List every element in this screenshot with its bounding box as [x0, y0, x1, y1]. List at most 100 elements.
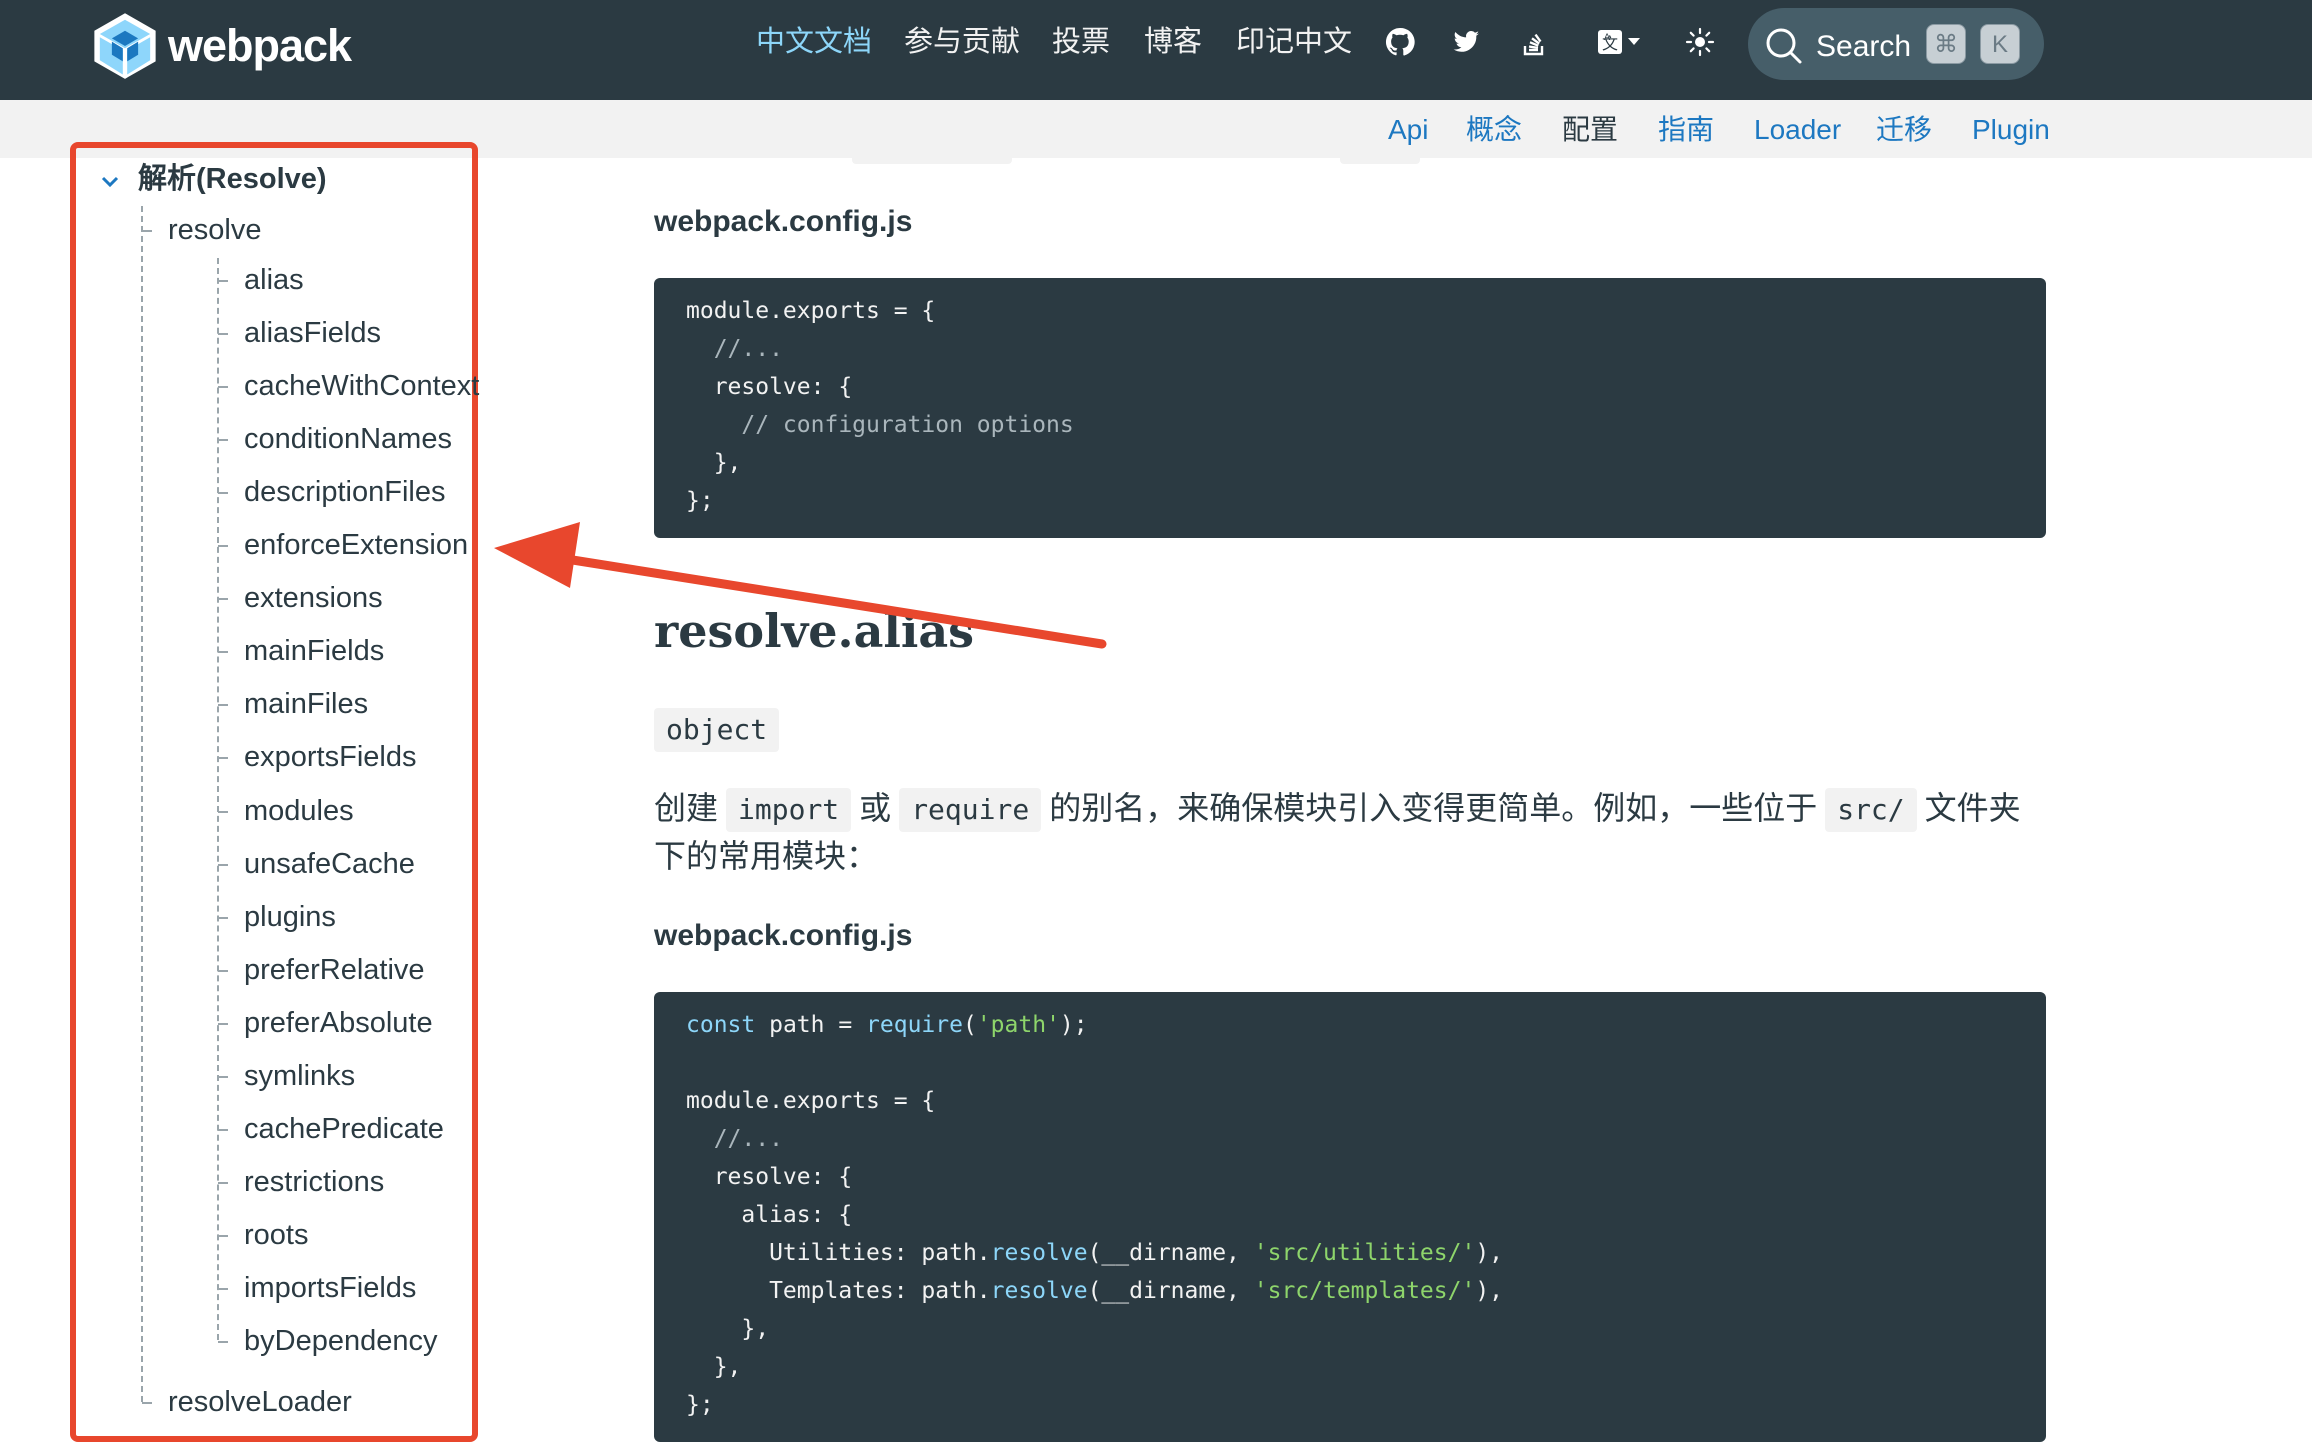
code-line: }, — [686, 1354, 742, 1380]
code-line: module.exports = { — [686, 298, 936, 324]
nav-link-vote[interactable]: 投票 — [1052, 22, 1110, 62]
type-badge: object — [654, 708, 780, 752]
sidebar-item-restrictions[interactable]: restrictions — [244, 1162, 384, 1202]
tree-branch — [218, 1288, 228, 1290]
tree-branch — [142, 230, 152, 232]
para-text: 的别名，来确保模块引入变得更简单。例如，一些位于 — [1049, 790, 1818, 826]
sidebar-item-extensions[interactable]: extensions — [244, 578, 383, 618]
webpack-logo[interactable]: webpack — [90, 8, 352, 84]
tree-branch — [218, 1182, 228, 1184]
code-line: //... — [686, 1126, 783, 1152]
tree-line — [217, 258, 219, 1340]
subnav-concepts[interactable]: 概念 — [1466, 110, 1522, 150]
inline-code: src/ — [1825, 788, 1917, 832]
language-icon[interactable]: 文A — [1590, 24, 1650, 60]
tree-branch — [218, 439, 228, 441]
sidebar-item-mainfields[interactable]: mainFields — [244, 631, 384, 671]
sidebar-item-bydependency[interactable]: byDependency — [244, 1321, 437, 1361]
top-navbar: webpack 中文文档 参与贡献 投票 博客 印记中文 文A Search ⌘… — [0, 0, 2312, 100]
tree-branch — [218, 757, 228, 759]
tree-branch — [218, 1235, 228, 1237]
code-line: resolve: { — [686, 1164, 853, 1190]
description-paragraph: 创建 import 或 require 的别名，来确保模块引入变得更简单。例如，一些位于… — [654, 784, 2046, 880]
twitter-icon[interactable] — [1448, 24, 1484, 60]
code-filename: webpack.config.js — [654, 919, 913, 952]
code-line: resolve: { — [686, 374, 853, 400]
sidebar-item-aliasfields[interactable]: aliasFields — [244, 313, 381, 353]
tree-branch — [218, 1341, 228, 1343]
sidebar-section-resolve[interactable]: 解析(Resolve) — [138, 158, 327, 200]
para-text: 创建 — [654, 790, 719, 826]
clipped-inline-code — [852, 150, 1012, 164]
theme-toggle-icon[interactable] — [1682, 24, 1718, 60]
tree-branch — [218, 864, 228, 866]
code-line: }, — [686, 1316, 770, 1342]
tree-branch — [218, 386, 228, 388]
sidebar-item-preferrelative[interactable]: preferRelative — [244, 950, 425, 990]
sidebar-item-cachepredicate[interactable]: cachePredicate — [244, 1109, 444, 1149]
subnav-migrate[interactable]: 迁移 — [1876, 110, 1932, 150]
inline-code: require — [899, 788, 1042, 832]
code-line: alias: { — [686, 1202, 853, 1228]
sidebar-item-mainfiles[interactable]: mainFiles — [244, 684, 368, 724]
code-line: Utilities: path.resolve(__dirname, 'src/… — [686, 1240, 1504, 1266]
tree-branch — [218, 704, 228, 706]
tree-branch — [218, 917, 228, 919]
code-line: }; — [686, 1392, 714, 1418]
tree-branch — [218, 1129, 228, 1131]
section-heading: resolve.alias — [654, 604, 975, 658]
nav-link-docs[interactable]: 中文文档 — [756, 22, 872, 62]
tree-branch — [218, 1076, 228, 1078]
tree-branch — [218, 970, 228, 972]
github-icon[interactable] — [1382, 24, 1418, 60]
subnav-api[interactable]: Api — [1388, 110, 1428, 150]
tree-branch — [218, 333, 228, 335]
tree-branch — [218, 811, 228, 813]
sidebar-item-importsfields[interactable]: importsFields — [244, 1268, 416, 1308]
search-button[interactable]: Search ⌘ K — [1748, 8, 2044, 80]
tree-branch — [218, 1023, 228, 1025]
code-filename: webpack.config.js — [654, 205, 913, 238]
search-icon — [1766, 28, 1802, 64]
tree-line — [141, 206, 143, 1402]
logo-text: webpack — [168, 20, 352, 71]
code-line: }; — [686, 488, 714, 514]
tree-branch — [142, 1402, 152, 1404]
sidebar-item-modules[interactable]: modules — [244, 791, 354, 831]
svg-text:A: A — [1604, 33, 1611, 43]
sidebar-item-plugins[interactable]: plugins — [244, 897, 336, 937]
stackoverflow-icon[interactable] — [1516, 24, 1552, 60]
sidebar-item-conditionnames[interactable]: conditionNames — [244, 419, 452, 459]
sidebar-item-cachewithcontext[interactable]: cacheWithContext — [244, 366, 479, 406]
sidebar-item-unsafecache[interactable]: unsafeCache — [244, 844, 415, 884]
subnav-plugins[interactable]: Plugin — [1972, 110, 2050, 150]
subnav-configuration[interactable]: 配置 — [1562, 110, 1618, 150]
sidebar-item-preferabsolute[interactable]: preferAbsolute — [244, 1003, 433, 1043]
code-line: Templates: path.resolve(__dirname, 'src/… — [686, 1278, 1504, 1304]
sidebar-item-symlinks[interactable]: symlinks — [244, 1056, 355, 1096]
sidebar-item-descriptionfiles[interactable]: descriptionFiles — [244, 472, 445, 512]
webpack-cube-icon — [94, 13, 156, 79]
sidebar-item-resolve[interactable]: resolve — [168, 210, 262, 250]
code-line: const path = require('path'); — [686, 1012, 1088, 1038]
subnav-guides[interactable]: 指南 — [1658, 110, 1714, 150]
subnav-loaders[interactable]: Loader — [1754, 110, 1841, 150]
para-text: 或 — [859, 790, 892, 826]
nav-link-docschina[interactable]: 印记中文 — [1236, 22, 1352, 62]
code-line: }, — [686, 450, 742, 476]
chevron-down-icon[interactable] — [98, 170, 122, 194]
sidebar-item-resolveloader[interactable]: resolveLoader — [168, 1382, 352, 1422]
nav-link-blog[interactable]: 博客 — [1144, 22, 1202, 62]
code-line: module.exports = { — [686, 1088, 936, 1114]
sidebar-item-roots[interactable]: roots — [244, 1215, 308, 1255]
code-block-resolve: module.exports = { //... resolve: { // c… — [654, 278, 2046, 538]
inline-code: import — [726, 788, 852, 832]
sidebar-item-alias[interactable]: alias — [244, 260, 304, 300]
sidebar-item-enforceextension[interactable]: enforceExtension — [244, 525, 468, 565]
sidebar-item-exportsfields[interactable]: exportsFields — [244, 737, 416, 777]
tree-branch — [218, 492, 228, 494]
clipped-inline-code — [1340, 150, 1420, 164]
nav-link-contribute[interactable]: 参与贡献 — [904, 22, 1020, 62]
search-label: Search — [1816, 30, 1912, 63]
code-line: // configuration options — [686, 412, 1074, 438]
